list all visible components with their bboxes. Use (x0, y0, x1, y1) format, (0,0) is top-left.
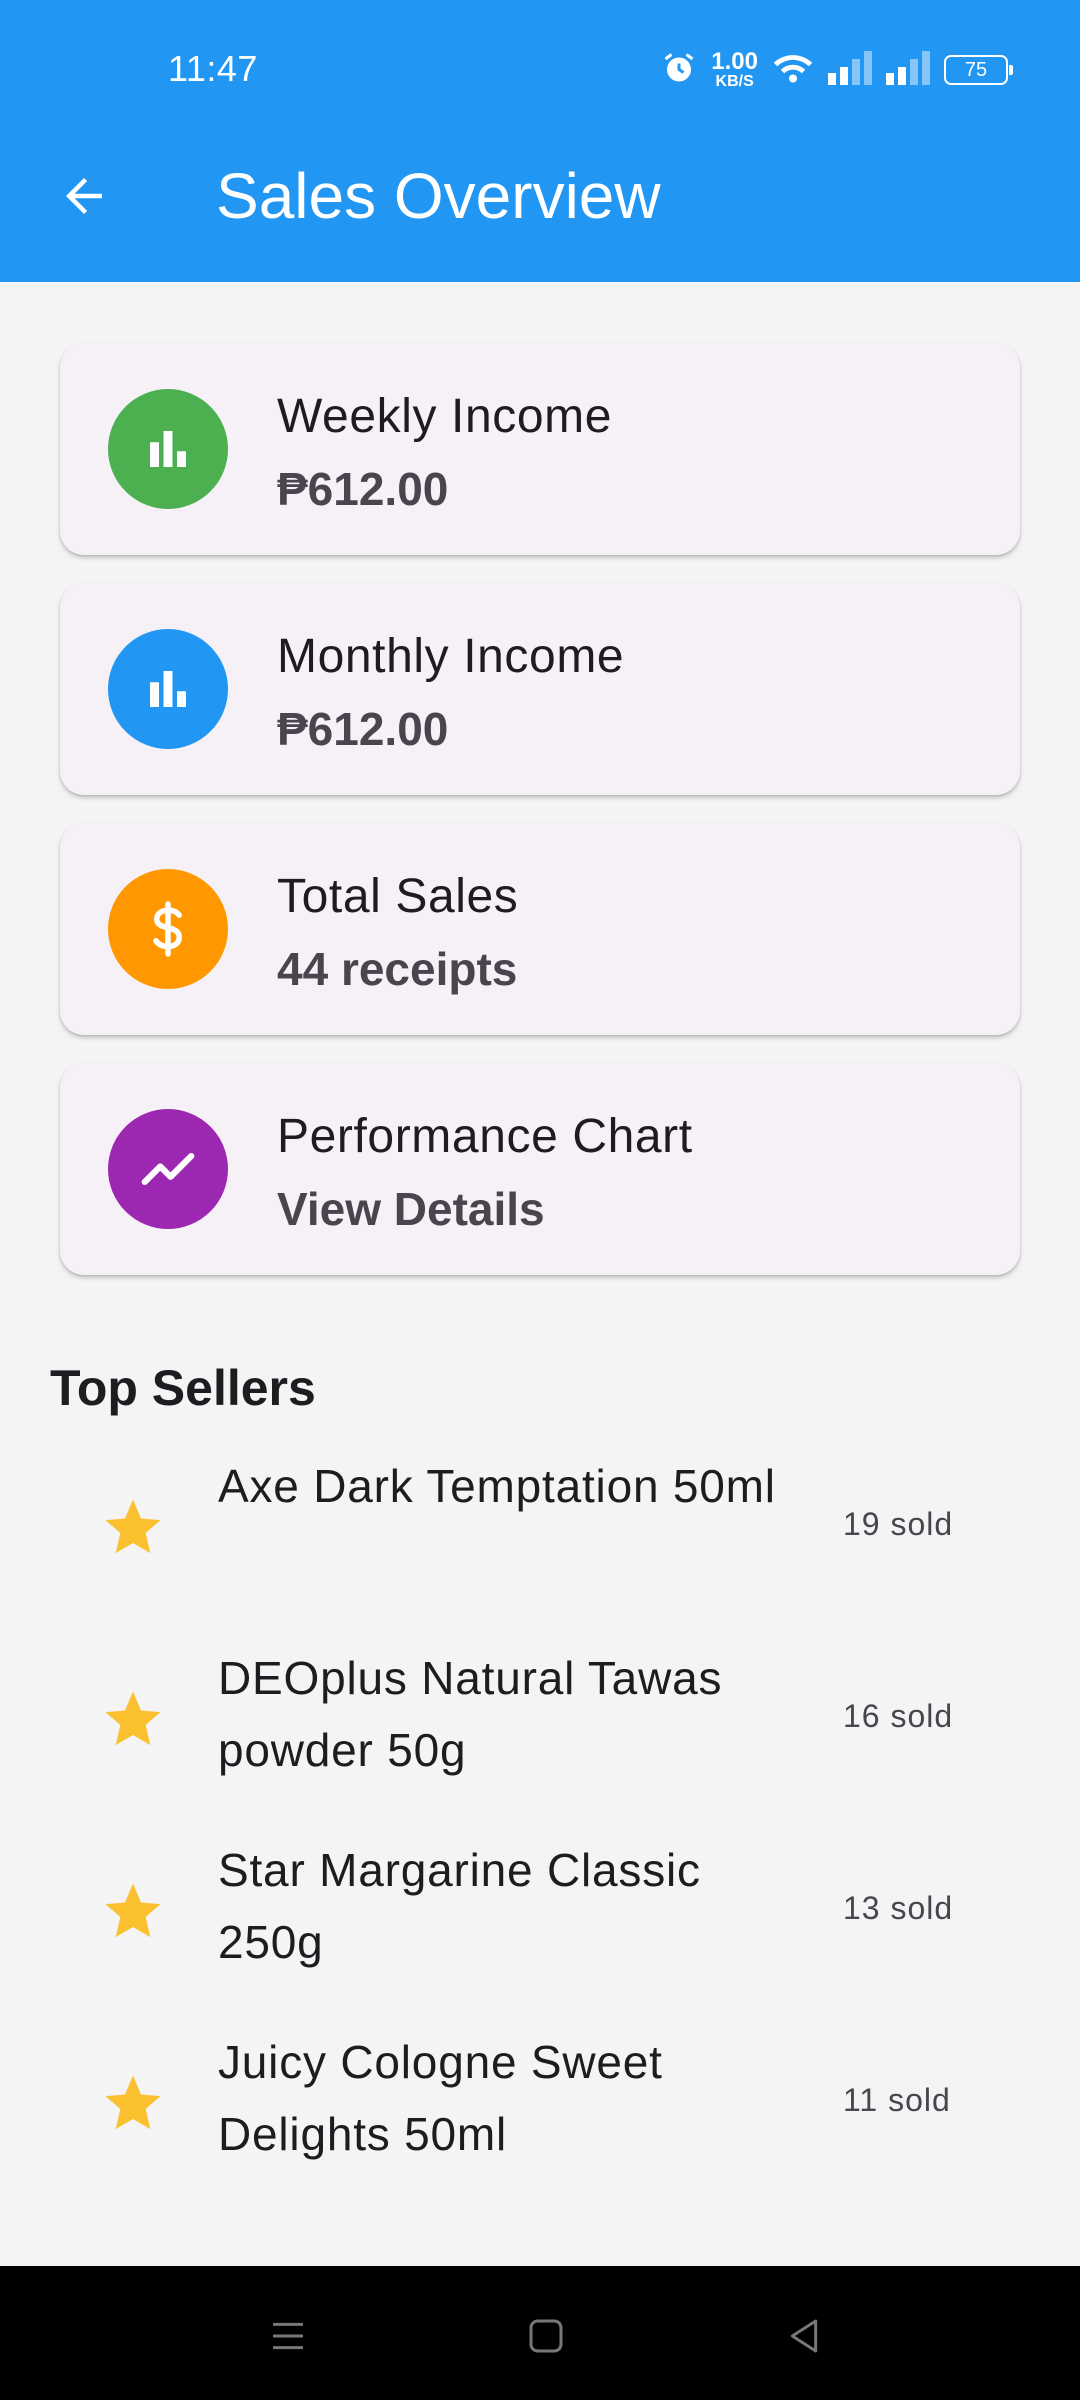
signal-icon (828, 50, 872, 90)
total-sales-card[interactable]: Total Sales 44 receipts (60, 823, 1020, 1035)
back-icon (790, 2319, 818, 2353)
product-name: DEOplus Natural Tawas powder 50g (218, 1652, 723, 1776)
card-value: 44 receipts (277, 943, 518, 995)
weekly-income-card[interactable]: Weekly Income ₱612.00 (60, 343, 1020, 555)
menu-button[interactable] (248, 2296, 328, 2376)
sold-count: 19 sold (843, 1506, 954, 1542)
top-seller-item[interactable]: DEOplus Natural Tawas powder 50g 16 sold (0, 1620, 1080, 1812)
top-seller-item[interactable]: Juicy Cologne Sweet Delights 50ml 11 sol… (0, 2004, 1080, 2196)
net-speed-unit: KB/S (715, 73, 754, 90)
card-title: Weekly Income (277, 390, 613, 443)
home-icon (529, 2319, 563, 2353)
star-icon (105, 1691, 161, 1746)
product-name: Juicy Cologne Sweet Delights 50ml (218, 2036, 663, 2160)
app-bar: 11:47 1.00 KB/S 75 Sales Overview (0, 0, 1080, 282)
net-speed: 1.00 KB/S (711, 50, 758, 90)
top-sellers-heading: Top Sellers (50, 1360, 316, 1416)
battery-indicator: 75 (944, 55, 1013, 85)
status-time: 11:47 (168, 48, 258, 89)
card-value: ₱612.00 (277, 463, 449, 515)
product-name: Axe Dark Temptation 50ml (218, 1460, 776, 1512)
bar-chart-icon (108, 389, 228, 509)
wifi-icon (772, 50, 814, 91)
performance-chart-card[interactable]: Performance Chart View Details (60, 1063, 1020, 1275)
sold-count: 11 sold (843, 2082, 951, 2118)
card-title: Performance Chart (277, 1110, 693, 1163)
sold-count: 16 sold (843, 1698, 954, 1734)
sold-count: 13 sold (843, 1890, 954, 1926)
dollar-icon (108, 869, 228, 989)
card-title: Monthly Income (277, 630, 625, 683)
bar-chart-icon (108, 629, 228, 749)
card-value: ₱612.00 (277, 703, 449, 755)
signal-icon (886, 50, 930, 90)
star-icon (105, 1883, 161, 1938)
back-nav-button[interactable] (764, 2296, 844, 2376)
star-icon (105, 2075, 161, 2130)
status-icons: 1.00 KB/S 75 (661, 48, 1013, 92)
system-nav-bar (0, 2266, 1080, 2400)
card-title: Total Sales (277, 870, 519, 923)
top-seller-item[interactable]: Star Margarine Classic 250g 13 sold (0, 1812, 1080, 2004)
back-button[interactable] (44, 156, 124, 236)
home-button[interactable] (506, 2296, 586, 2376)
net-speed-value: 1.00 (711, 48, 758, 75)
view-details-link[interactable]: View Details (277, 1181, 545, 1237)
top-seller-item[interactable]: Axe Dark Temptation 50ml 19 sold (0, 1428, 1080, 1620)
product-name: Star Margarine Classic 250g (218, 1844, 701, 1968)
menu-icon (273, 2322, 303, 2350)
star-icon (105, 1499, 161, 1554)
trending-up-icon (108, 1109, 228, 1229)
alarm-icon (661, 50, 697, 91)
arrow-back-icon (66, 178, 102, 214)
page-title: Sales Overview (216, 160, 661, 232)
monthly-income-card[interactable]: Monthly Income ₱612.00 (60, 583, 1020, 795)
